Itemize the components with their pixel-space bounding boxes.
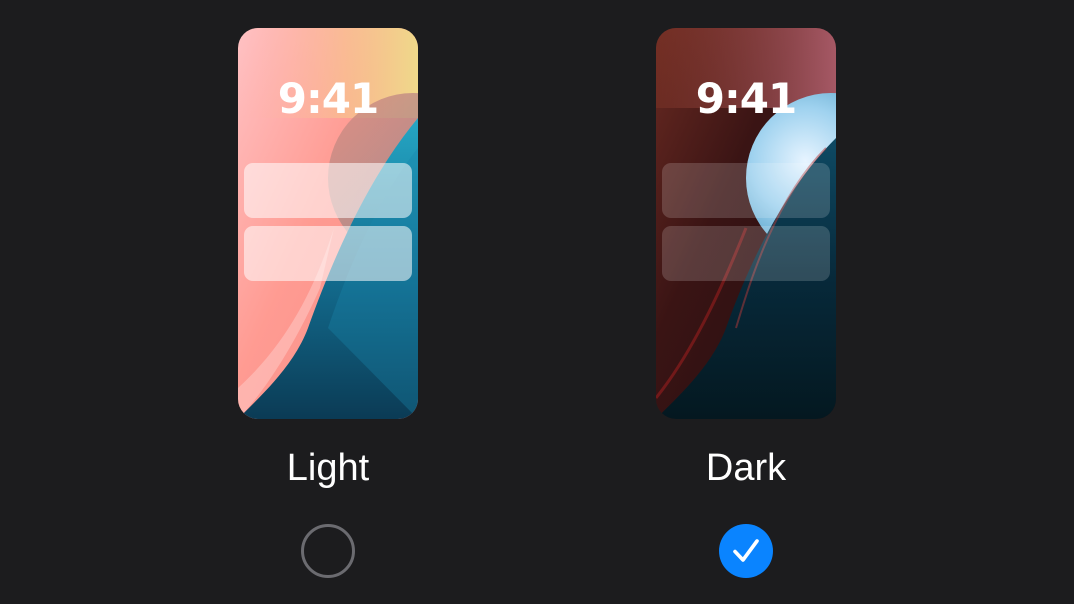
- appearance-picker: 9:41 Light 9:41 Dark: [0, 0, 1074, 604]
- lock-screen-clock: 9:41: [695, 74, 797, 123]
- light-option-label: Light: [286, 447, 370, 489]
- light-preview-thumbnail[interactable]: 9:41: [238, 28, 418, 419]
- notification-placeholder: [244, 226, 412, 281]
- notification-placeholder: [244, 163, 412, 218]
- notification-placeholder: [662, 163, 830, 218]
- light-radio-button[interactable]: [301, 524, 355, 578]
- notification-placeholder: [662, 226, 830, 281]
- dark-preview-thumbnail[interactable]: 9:41: [656, 28, 836, 419]
- lock-screen-clock: 9:41: [277, 74, 379, 123]
- checkmark-icon: [733, 539, 759, 562]
- appearance-option-light[interactable]: 9:41 Light: [238, 0, 418, 604]
- dark-radio-button[interactable]: [719, 524, 773, 578]
- dark-option-label: Dark: [705, 447, 787, 489]
- appearance-option-dark[interactable]: 9:41 Dark: [656, 0, 836, 604]
